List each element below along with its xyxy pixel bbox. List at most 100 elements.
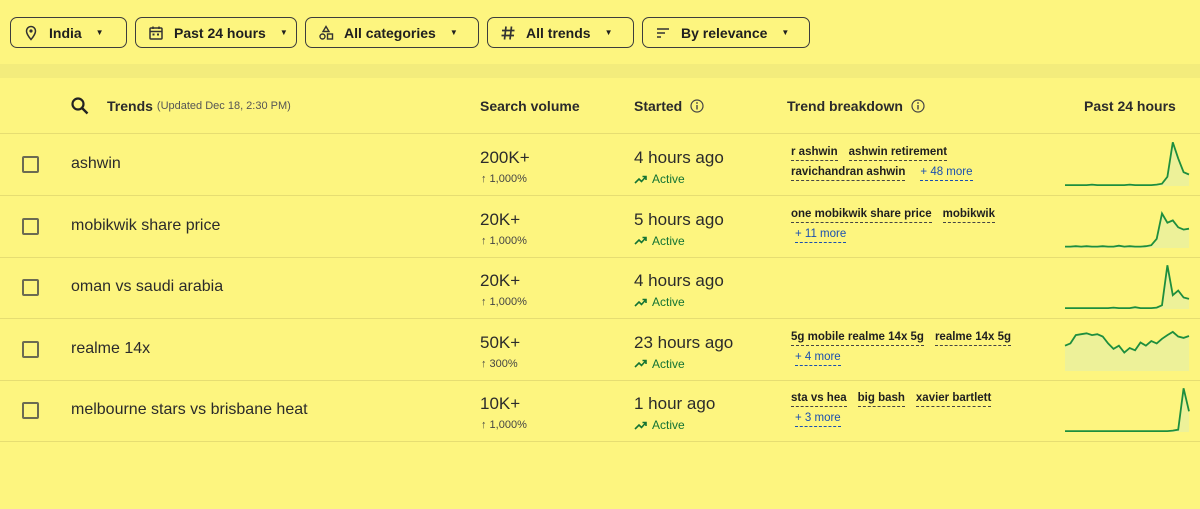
trending-up-icon (634, 359, 647, 368)
row-checkbox[interactable] (22, 156, 39, 173)
sparkline-area (1065, 388, 1189, 432)
location-pin-icon (23, 25, 39, 41)
caret-down-icon: ▼ (279, 28, 288, 37)
search-volume-header[interactable]: Search volume (480, 78, 580, 134)
status-label: Active (652, 356, 685, 371)
volume-change: ↑ 1,000% (481, 173, 527, 185)
started-header[interactable]: Started (634, 78, 704, 134)
sparkline-area (1065, 213, 1189, 248)
category-filter[interactable]: All categories ▼ (305, 17, 479, 48)
sparkline-chart[interactable] (1064, 198, 1190, 254)
trend-name[interactable]: ashwin (71, 155, 121, 173)
table-row[interactable]: melbourne stars vs brisbane heat 10K+ ↑ … (0, 380, 1200, 442)
breakdown-line: sta vs hea big bash xavier bartlett (791, 392, 1041, 412)
related-query-chip[interactable]: 5g mobile realme 14x 5g (791, 331, 924, 346)
trend-breakdown: one mobikwik share price mobikwik + 11 mor… (791, 208, 1041, 248)
divider-band (0, 64, 1200, 78)
volume-change: ↑ 1,000% (481, 419, 527, 431)
trend-type-filter-label: All trends (526, 24, 591, 41)
table-row[interactable]: realme 14x 50K+ ↑ 300% 23 hours ago Acti… (0, 319, 1200, 381)
status-label: Active (652, 295, 685, 309)
started-time: 1 hour ago (634, 394, 716, 413)
search-volume: 10K+ (480, 394, 521, 413)
table-row[interactable]: oman vs saudi arabia 20K+ ↑ 1,000% 4 hou… (0, 257, 1200, 319)
past-24-hours-header: Past 24 hours (1084, 98, 1176, 114)
more-queries-link[interactable]: + 48 more (920, 166, 973, 181)
sparkline-chart[interactable] (1064, 136, 1190, 192)
sparkline-chart[interactable] (1064, 321, 1190, 377)
caret-down-icon: ▼ (781, 28, 790, 37)
trends-column-header: Trends (Updated Dec 18, 2:30 PM) (107, 78, 291, 134)
trending-up-icon (634, 298, 647, 307)
volume-change: ↑ 1,000% (481, 234, 527, 247)
started-time: 4 hours ago (634, 148, 724, 167)
status-label: Active (652, 233, 685, 248)
breakdown-line: r ashwin ashwin retirement (791, 146, 1041, 166)
more-queries-link[interactable]: + 4 more (795, 351, 841, 366)
caret-down-icon: ▼ (95, 28, 104, 37)
info-icon[interactable] (911, 99, 925, 113)
related-query-chip[interactable]: ashwin retirement (848, 146, 948, 161)
related-query-chip[interactable]: mobikwik (942, 208, 996, 223)
related-query-chip[interactable]: one mobikwik share price (791, 208, 932, 223)
trending-up-icon (634, 175, 647, 184)
related-query-chip[interactable]: sta vs hea (791, 392, 847, 407)
time-filter-label: Past 24 hours (174, 24, 266, 41)
trend-name[interactable]: oman vs saudi arabia (71, 278, 223, 296)
status-badge: Active (634, 234, 685, 248)
breakdown-line: 5g mobile realme 14x 5g realme 14x 5g (791, 331, 1041, 351)
related-query-chip[interactable]: big bash (857, 392, 905, 407)
status-badge: Active (634, 418, 685, 432)
trend-name[interactable]: realme 14x (71, 340, 150, 358)
filter-bar: India ▼ Past 24 hours ▼ All categories ▼… (0, 0, 1200, 64)
category-filter-label: All categories (344, 24, 436, 41)
more-queries-link[interactable]: + 3 more (795, 412, 841, 427)
trend-type-filter[interactable]: All trends ▼ (487, 17, 634, 48)
sparkline-chart[interactable] (1064, 259, 1190, 315)
status-badge: Active (634, 295, 685, 309)
started-time: 5 hours ago (634, 209, 724, 229)
started-time: 4 hours ago (634, 271, 724, 290)
search-volume: 20K+ (480, 271, 521, 290)
trend-breakdown: r ashwin ashwin retirement ravichandran as… (791, 146, 1041, 186)
caret-down-icon: ▼ (449, 28, 458, 37)
breakdown-line: + 3 more (791, 412, 1041, 432)
row-checkbox[interactable] (22, 340, 39, 358)
sort-filter[interactable]: By relevance ▼ (642, 17, 810, 48)
breakdown-header-label: Trend breakdown (787, 98, 903, 114)
row-checkbox[interactable] (22, 217, 39, 235)
related-query-chip[interactable]: realme 14x 5g (934, 331, 1012, 346)
location-filter[interactable]: India ▼ (10, 17, 127, 48)
status-badge: Active (634, 172, 685, 186)
row-checkbox[interactable] (22, 279, 39, 296)
started-header-label: Started (634, 98, 683, 114)
more-queries-link[interactable]: + 11 more (795, 228, 847, 243)
related-query-chip[interactable]: ravichandran ashwin (791, 166, 906, 181)
table-row[interactable]: ashwin 200K+ ↑ 1,000% 4 hours ago Active… (0, 134, 1200, 196)
search-volume: 50K+ (480, 332, 521, 352)
volume-change: ↑ 300% (481, 357, 518, 370)
sort-lines-icon (655, 25, 671, 41)
search-volume: 20K+ (480, 209, 521, 229)
search-volume: 200K+ (480, 148, 530, 167)
trend-name[interactable]: melbourne stars vs brisbane heat (71, 401, 308, 419)
trend-breakdown: 5g mobile realme 14x 5g realme 14x 5g + 4 … (791, 331, 1041, 371)
status-label: Active (652, 418, 685, 432)
row-checkbox[interactable] (22, 402, 39, 419)
trending-up-icon (634, 421, 647, 430)
table-row[interactable]: mobikwik share price 20K+ ↑ 1,000% 5 hou… (0, 196, 1200, 258)
time-filter[interactable]: Past 24 hours ▼ (135, 17, 297, 48)
sparkline-line (1065, 388, 1190, 432)
related-query-chip[interactable]: xavier bartlett (915, 392, 992, 407)
sparkline-chart[interactable] (1064, 382, 1190, 438)
related-query-chip[interactable]: r ashwin (791, 146, 838, 161)
calendar-icon (148, 25, 164, 41)
info-icon[interactable] (690, 99, 704, 113)
location-filter-label: India (49, 24, 82, 41)
breakdown-line: + 11 more (791, 228, 1041, 248)
search-icon[interactable] (70, 78, 90, 134)
status-badge: Active (634, 357, 685, 371)
trend-name[interactable]: mobikwik share price (71, 217, 220, 235)
caret-down-icon: ▼ (604, 28, 613, 37)
volume-change: ↑ 1,000% (481, 296, 527, 308)
